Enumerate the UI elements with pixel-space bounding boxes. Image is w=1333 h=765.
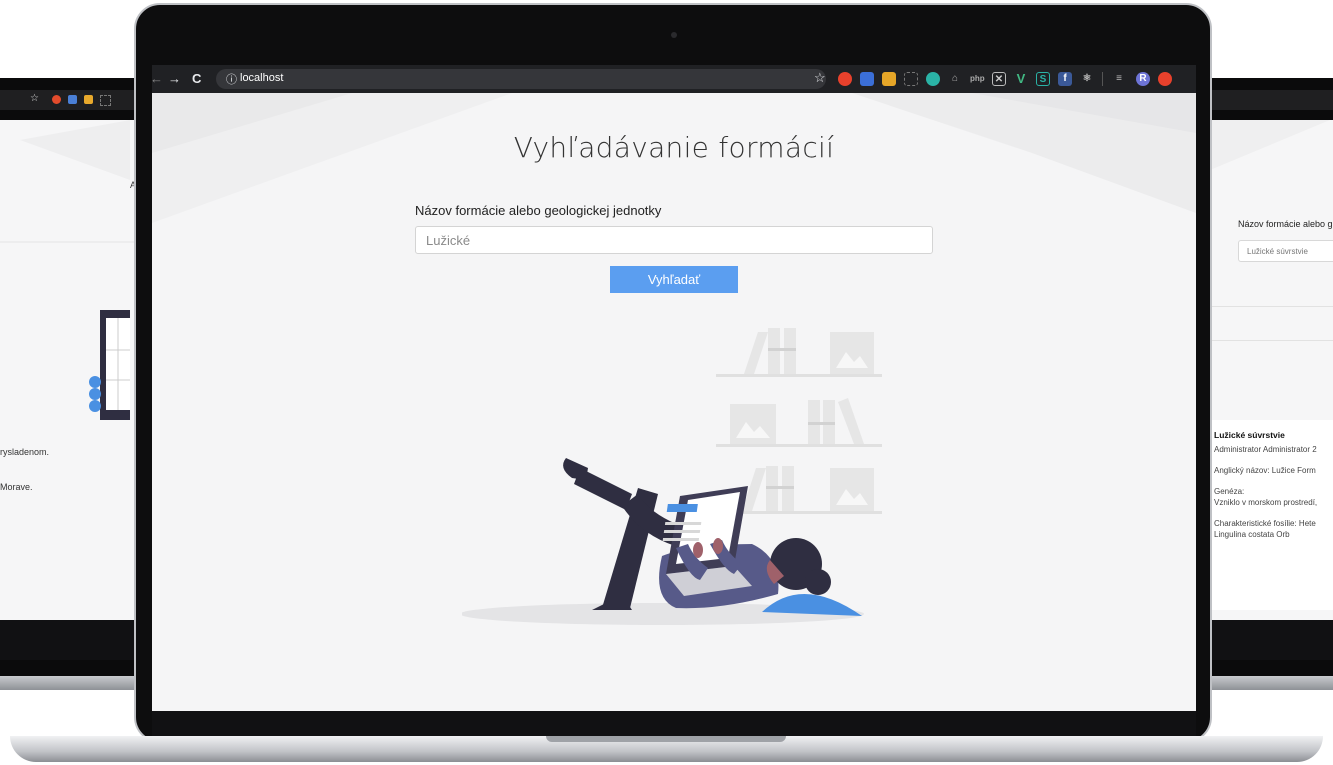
divider [1210, 306, 1333, 307]
web-page: Vyhľadávanie formácií Názov formácie ale… [152, 93, 1196, 711]
extension-qr-icon[interactable]: ✕ [992, 72, 1006, 86]
extension-colorpicker-icon[interactable] [882, 72, 896, 86]
bookmark-star-icon[interactable]: ☆ [814, 69, 826, 87]
extension-icon[interactable] [52, 95, 61, 104]
toolbar-divider [1102, 72, 1103, 86]
right-search-input[interactable]: Lužické súvrstvie [1238, 240, 1333, 262]
right-screen-decor [1210, 120, 1330, 170]
laptop-base [10, 736, 1323, 762]
main-laptop: ← → C ⓘ localhost ☆ ⌂ php ✕ V S f ⚛ ≡ R … [134, 3, 1212, 743]
left-description-line: Morave. [0, 482, 33, 492]
extension-red-icon[interactable] [1158, 72, 1172, 86]
left-browser-toolbar: ☆ [0, 90, 140, 110]
reading-list-icon[interactable]: ≡ [1112, 72, 1126, 86]
extension-translate-icon[interactable] [860, 72, 874, 86]
formation-search-input[interactable] [415, 226, 933, 254]
extension-vue-icon[interactable]: V [1014, 72, 1028, 86]
left-screen: A rysladenom. Morave. [0, 120, 140, 620]
result-card[interactable]: Lužické súvrstvie Administrator Administ… [1210, 420, 1333, 610]
result-english-name: Anglický názov: Lužice Form [1214, 466, 1316, 475]
right-field-label: Názov formácie alebo g [1238, 219, 1333, 229]
result-fossils-cont: Lingulina costata Orb [1214, 530, 1290, 539]
search-button[interactable]: Vyhľadať [610, 266, 738, 293]
extension-icon[interactable] [84, 95, 93, 104]
right-browser-toolbar [1210, 90, 1333, 110]
extension-icon[interactable] [68, 95, 77, 104]
info-icon[interactable]: ⓘ [226, 71, 237, 87]
url-text: localhost [240, 72, 284, 84]
reload-icon[interactable]: C [192, 70, 201, 88]
browser-toolbar: ← → C ⓘ localhost ☆ ⌂ php ✕ V S f ⚛ ≡ R [150, 65, 1196, 93]
profile-avatar-icon[interactable]: R [1136, 72, 1150, 86]
result-author: Administrator Administrator 2 [1214, 445, 1317, 454]
result-title: Lužické súvrstvie [1214, 430, 1285, 440]
result-fossils: Charakteristické fosílie: Hete [1214, 519, 1316, 528]
page-title: Vyhľadávanie formácií [513, 131, 835, 164]
extension-facebook-icon[interactable]: f [1058, 72, 1072, 86]
extension-screenshot-icon[interactable] [904, 72, 918, 86]
laptop-notch [546, 736, 786, 742]
address-bar[interactable]: ⓘ localhost [216, 69, 826, 89]
extension-php-icon[interactable]: php [970, 72, 985, 86]
divider [1210, 340, 1333, 341]
extension-leaf-icon[interactable]: ⌂ [948, 72, 962, 86]
field-label: Názov formácie alebo geologickej jednotk… [415, 203, 662, 218]
extension-react-icon[interactable]: ⚛ [1080, 72, 1094, 86]
reading-person-illustration [462, 328, 882, 625]
left-description-line: rysladenom. [0, 447, 50, 457]
back-icon[interactable]: ← [150, 70, 163, 88]
extension-adblock-icon[interactable] [838, 72, 852, 86]
camera-icon [671, 32, 677, 38]
left-screen-decor [0, 120, 140, 420]
extension-grammarly-icon[interactable] [926, 72, 940, 86]
star-icon[interactable]: ☆ [30, 93, 39, 104]
extension-icon[interactable] [100, 95, 111, 106]
result-genesis-text: Vzniklo v morskom prostredí, [1214, 498, 1318, 507]
forward-icon[interactable]: → [168, 70, 181, 88]
extension-s-icon[interactable]: S [1036, 72, 1050, 86]
right-screen: Názov formácie alebo g Lužické súvrstvie… [1210, 120, 1333, 620]
result-genesis-label: Genéza: [1214, 487, 1245, 496]
